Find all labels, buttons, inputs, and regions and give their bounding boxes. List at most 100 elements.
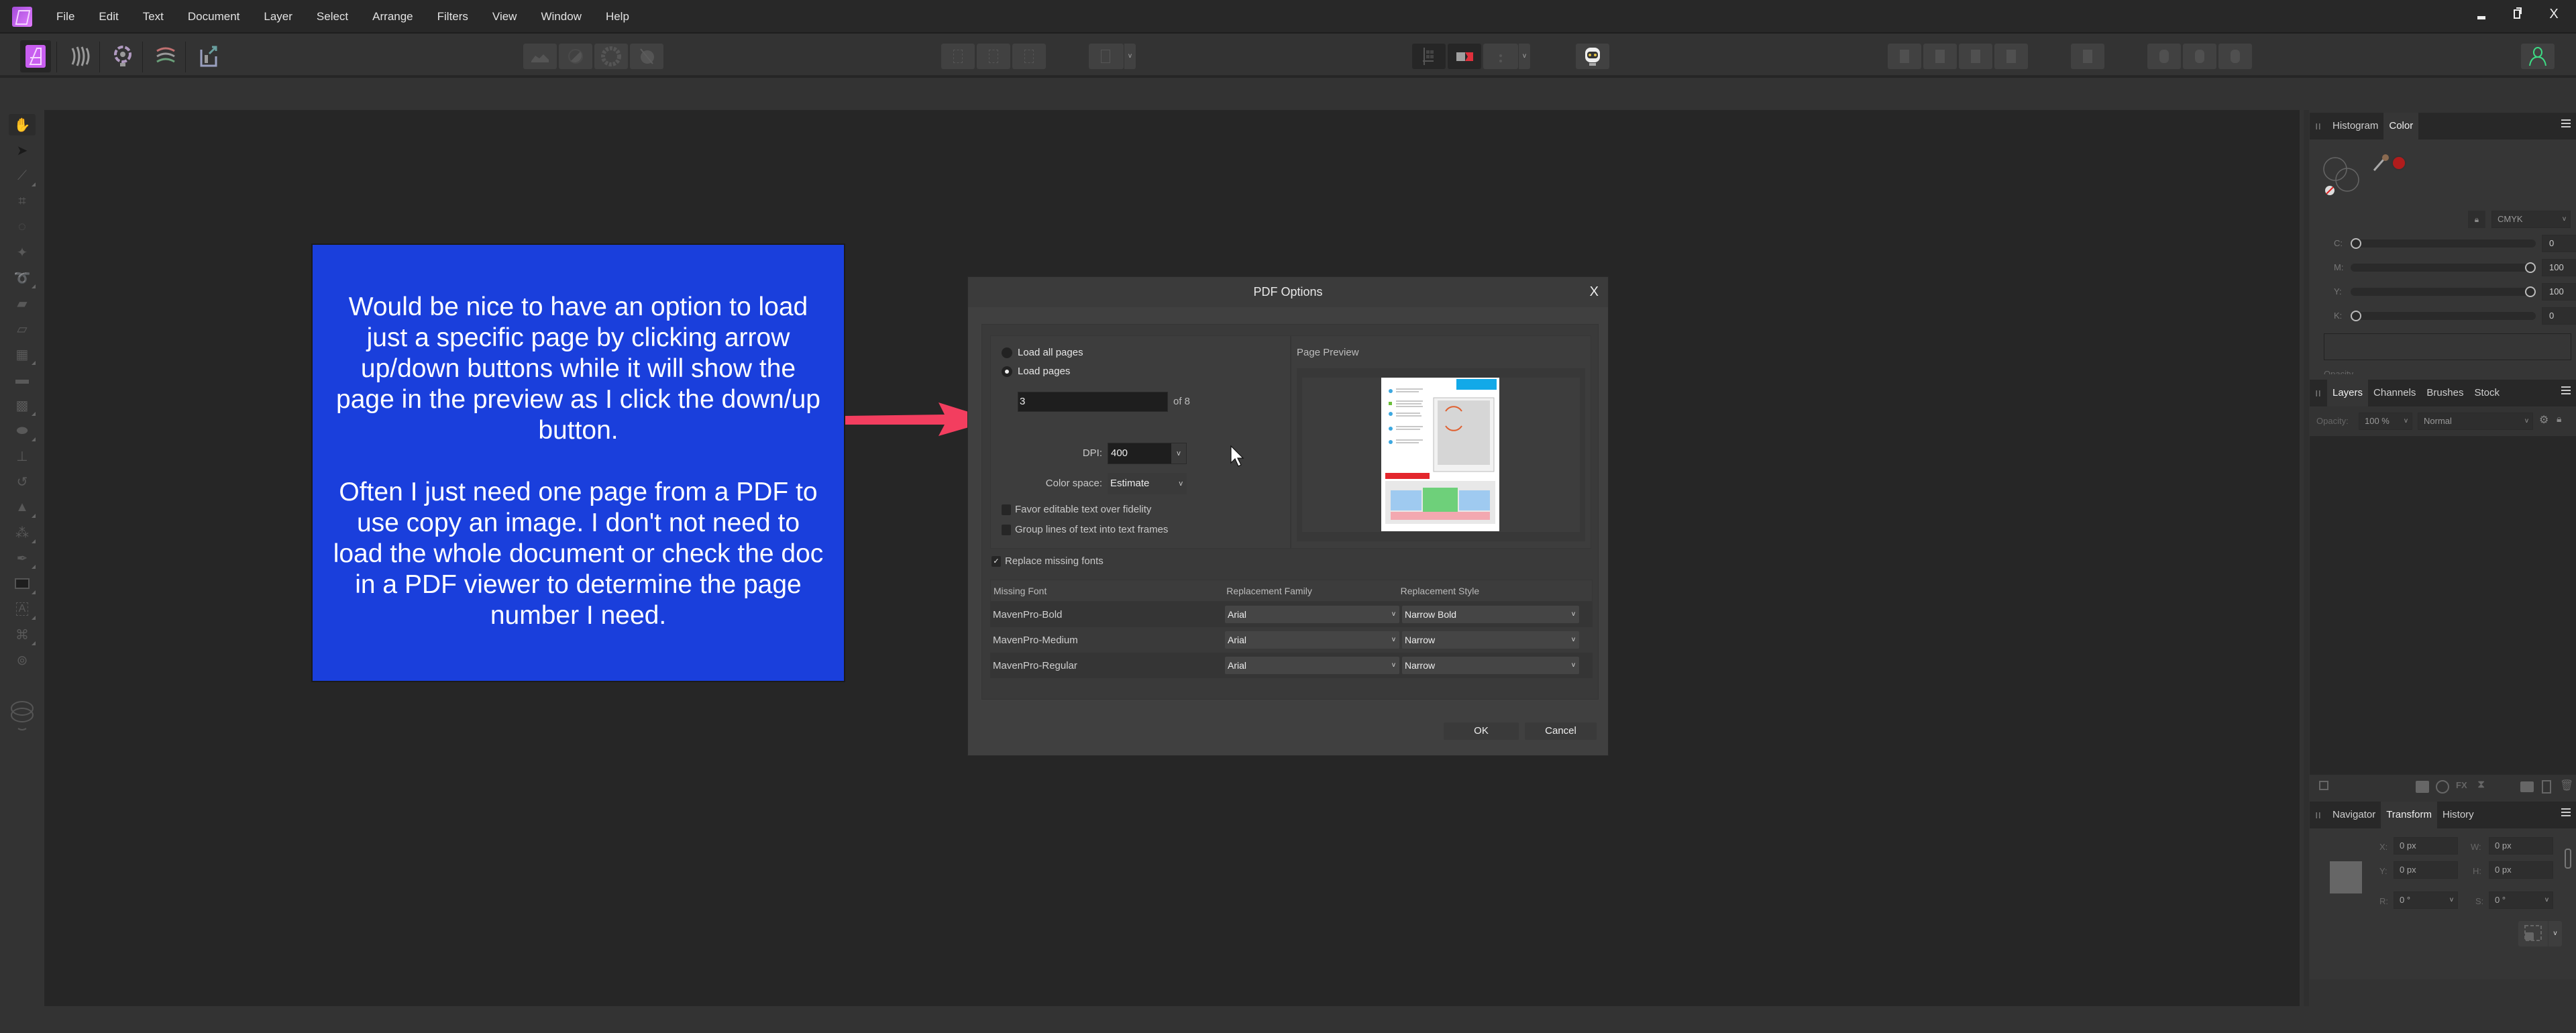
auto-adjust-button[interactable] [630, 44, 663, 69]
rotation-select[interactable]: 0 ° v [2394, 891, 2458, 909]
arrange-back-button[interactable] [1888, 44, 1921, 69]
blend-mode-select[interactable]: Normal v [2418, 413, 2533, 430]
pixel-layer-icon[interactable] [2542, 780, 2551, 794]
color-swatches[interactable] [9, 696, 36, 734]
pages-input[interactable]: 3 [1018, 392, 1168, 412]
tab-navigator[interactable]: Navigator [2327, 802, 2381, 828]
replace-fonts-checkbox[interactable]: ✓ [991, 555, 1001, 567]
white-balance-button[interactable] [559, 44, 592, 69]
dpi-dropdown-chevron-icon[interactable]: v [1171, 443, 1186, 464]
restore-icon[interactable] [2510, 4, 2525, 24]
erase-tool[interactable]: ▬ [9, 369, 36, 390]
replacement-family-select[interactable]: Arial v [1225, 606, 1399, 623]
tab-transform[interactable]: Transform [2381, 802, 2437, 828]
slider-knob[interactable] [2525, 286, 2536, 297]
selection-mode-3-button[interactable] [1012, 44, 1046, 69]
adjustment-layer-icon[interactable] [2436, 780, 2449, 794]
load-all-radio[interactable] [1002, 347, 1012, 358]
arrange-front-button[interactable] [1994, 44, 2028, 69]
ok-button[interactable]: OK [1444, 722, 1519, 740]
group-lines-option[interactable]: Group lines of text into text frames [1002, 524, 1168, 535]
align-button[interactable] [2071, 44, 2104, 69]
dodge-tool[interactable]: ▦ [9, 343, 36, 365]
fill-stroke-circles-icon[interactable] [2323, 157, 2363, 197]
group-folder-icon[interactable] [2520, 781, 2534, 792]
freehand-selection-tool[interactable]: ➰ [9, 267, 36, 288]
panel-grip-icon[interactable]: II [2310, 388, 2327, 398]
export-persona-button[interactable] [193, 40, 224, 72]
menu-file[interactable]: File [46, 10, 85, 23]
panel-grip-icon[interactable]: II [2310, 121, 2327, 131]
channel-value-y[interactable]: 100 [2542, 283, 2576, 301]
text-tool[interactable]: A [9, 598, 36, 620]
tab-history[interactable]: History [2437, 802, 2479, 828]
assistant-options-dropdown[interactable]: v [1518, 44, 1530, 69]
tone-mapping-persona-button[interactable] [150, 40, 181, 72]
load-pages-option[interactable]: Load pages [1002, 366, 1070, 377]
snapping-button[interactable] [1412, 44, 1446, 69]
rectangle-tool[interactable] [9, 573, 36, 594]
close-window-button[interactable]: X [2546, 4, 2561, 24]
tab-histogram[interactable]: Histogram [2327, 113, 2383, 140]
menu-view[interactable]: View [482, 10, 528, 23]
channel-slider-k[interactable] [2351, 311, 2536, 321]
arrange-backward-button[interactable] [1923, 44, 1957, 69]
zoom-tool[interactable]: ⊚ [9, 649, 36, 671]
w-input[interactable]: 0 px [2489, 837, 2553, 855]
menu-edit[interactable]: Edit [88, 10, 129, 23]
panel-menu-icon[interactable] [2561, 808, 2571, 816]
load-all-pages-option[interactable]: Load all pages [1002, 347, 1083, 358]
menu-help[interactable]: Help [595, 10, 640, 23]
split-view-button[interactable] [1448, 44, 1481, 69]
develop-persona-button[interactable] [107, 40, 138, 72]
selection-mode-2-button[interactable] [977, 44, 1010, 69]
quick-mask-dropdown[interactable]: v [1124, 44, 1136, 69]
live-filter-icon[interactable]: ⧗ [2477, 779, 2485, 791]
pixel-tool[interactable]: ▱ [9, 318, 36, 339]
panel-menu-icon[interactable] [2561, 386, 2571, 394]
link-proportions-icon[interactable] [2565, 849, 2571, 869]
mesh-warp-tool[interactable]: ⌘ [9, 624, 36, 645]
channel-value-m[interactable]: 100 [2542, 259, 2576, 276]
tab-layers[interactable]: Layers [2327, 380, 2369, 406]
slider-knob[interactable] [2525, 262, 2536, 273]
boolean-intersect-button[interactable] [2218, 44, 2252, 69]
pen-tool[interactable]: ✒ [9, 547, 36, 569]
channel-value-k[interactable]: 0 [2542, 307, 2576, 325]
boolean-add-button[interactable] [2147, 44, 2181, 69]
lock-icon[interactable]: 🔒︎ [2557, 413, 2561, 425]
quick-mask-button[interactable] [1089, 44, 1124, 69]
undo-brush-tool[interactable]: ↺ [9, 471, 36, 492]
tab-brushes[interactable]: Brushes [2421, 380, 2469, 406]
color-picker-tool[interactable]: ⟋ [9, 165, 36, 186]
layers-list[interactable] [2310, 436, 2576, 775]
gear-icon[interactable]: ⚙ [2539, 413, 2548, 427]
selection-mode-1-button[interactable] [941, 44, 975, 69]
current-color-swatch[interactable] [2392, 156, 2406, 170]
replacement-family-select[interactable]: Arial v [1225, 657, 1399, 674]
panel-grip-icon[interactable]: II [2310, 810, 2327, 820]
channel-slider-y[interactable] [2351, 286, 2536, 297]
shear-select[interactable]: 0 ° v [2489, 891, 2553, 909]
move-tool[interactable]: ➤ [9, 140, 36, 161]
replacement-style-select[interactable]: Narrow Bold v [1402, 606, 1579, 623]
color-hex-area[interactable] [2324, 333, 2571, 360]
slider-knob[interactable] [2351, 311, 2361, 321]
menu-layer[interactable]: Layer [253, 10, 303, 23]
load-pages-radio[interactable] [1002, 366, 1012, 377]
fx-icon[interactable]: FX [2456, 780, 2467, 790]
h-input[interactable]: 0 px [2489, 861, 2553, 879]
cancel-button[interactable]: Cancel [1525, 722, 1597, 740]
transform-origin-dropdown[interactable]: v [2548, 921, 2562, 946]
assistant-options-button[interactable] [1483, 44, 1518, 69]
anchor-point-selector-icon[interactable] [2327, 859, 2365, 896]
replacement-family-select[interactable]: Arial v [1225, 631, 1399, 649]
favor-editable-checkbox[interactable] [1002, 504, 1011, 515]
dialog-close-button[interactable]: X [1590, 277, 1599, 307]
panel-menu-icon[interactable] [2561, 119, 2571, 127]
group-lines-checkbox[interactable] [1002, 524, 1011, 535]
channel-slider-m[interactable] [2351, 262, 2536, 273]
crop-tool[interactable]: ⌗ [9, 191, 36, 212]
menu-arrange[interactable]: Arrange [362, 10, 423, 23]
dpi-input[interactable]: 400 v [1108, 443, 1187, 464]
